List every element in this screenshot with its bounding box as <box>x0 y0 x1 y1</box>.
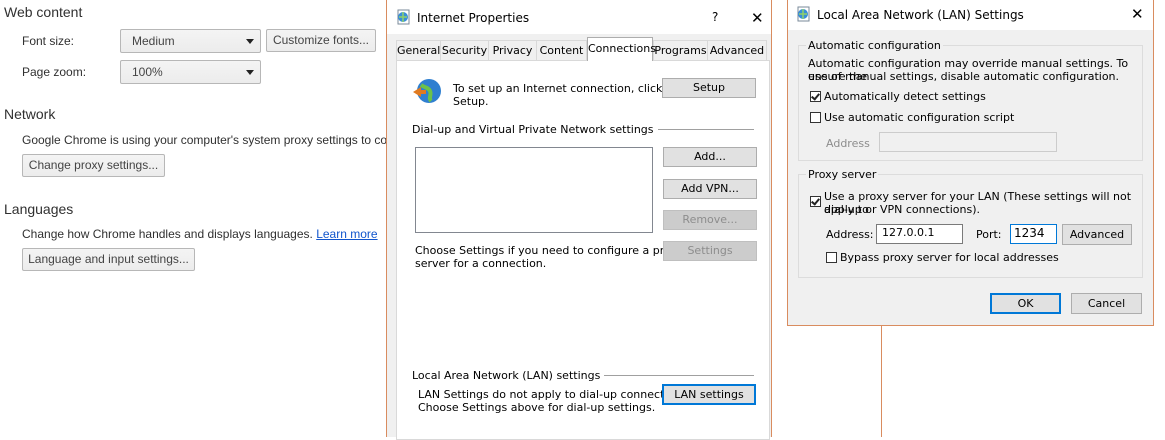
network-description: Google Chrome is using your computer's s… <box>22 133 388 147</box>
page-zoom-label: Page zoom: <box>22 65 87 79</box>
auto-detect-checkbox[interactable] <box>810 91 821 102</box>
lan-settings-dialog: Local Area Network (LAN) Settings ✕ Auto… <box>787 0 1154 326</box>
tab-advanced[interactable]: Advanced <box>707 40 767 61</box>
lan-settings-icon <box>796 6 812 22</box>
settings-button[interactable]: Settings <box>663 241 757 261</box>
lan-settings-button[interactable]: LAN settings <box>662 384 756 405</box>
tab-security[interactable]: Security <box>440 40 489 61</box>
font-size-label: Font size: <box>22 34 75 48</box>
page-zoom-value: 100% <box>132 65 163 79</box>
add-vpn-button[interactable]: Add VPN... <box>663 179 757 199</box>
use-script-checkbox[interactable] <box>810 112 821 123</box>
choose-settings-text-line1: Choose Settings if you need to configure… <box>415 244 684 257</box>
languages-heading: Languages <box>4 201 74 217</box>
learn-more-link[interactable]: Learn more <box>316 227 377 241</box>
setup-text-line1: To set up an Internet connection, click <box>453 82 663 95</box>
language-input-settings-button[interactable]: Language and input settings... <box>22 248 195 271</box>
internet-properties-icon <box>396 9 412 25</box>
dialup-group-label: Dial-up and Virtual Private Network sett… <box>412 123 658 136</box>
dialog-title: Internet Properties <box>417 11 530 25</box>
bypass-local-checkbox[interactable] <box>826 252 837 263</box>
window-edge-line <box>881 325 882 437</box>
advanced-button[interactable]: Advanced <box>1062 224 1132 245</box>
connections-listbox[interactable] <box>415 147 653 233</box>
chevron-down-icon <box>246 70 254 75</box>
lan-text-line1: LAN Settings do not apply to dial-up con… <box>418 388 691 401</box>
chevron-down-icon <box>246 39 254 44</box>
auto-detect-label[interactable]: Automatically detect settings <box>824 90 986 103</box>
auto-config-group-label: Automatic configuration <box>806 39 943 52</box>
lan-dialog-title: Local Area Network (LAN) Settings <box>817 8 1024 22</box>
script-address-input[interactable] <box>879 132 1057 152</box>
help-button[interactable]: ? <box>712 10 718 24</box>
choose-settings-text-line2: server for a connection. <box>415 257 547 270</box>
script-address-label: Address <box>826 137 870 150</box>
use-script-label[interactable]: Use automatic configuration script <box>824 111 1014 124</box>
change-proxy-settings-button[interactable]: Change proxy settings... <box>22 154 165 177</box>
tab-connections[interactable]: Connections <box>587 37 656 61</box>
tab-programs[interactable]: Programs <box>653 40 708 61</box>
proxy-address-input[interactable]: 127.0.0.1 <box>876 224 963 244</box>
languages-description-row: Change how Chrome handles and displays l… <box>22 227 378 241</box>
web-content-heading: Web content <box>4 4 83 20</box>
network-heading: Network <box>4 106 56 122</box>
cancel-button[interactable]: Cancel <box>1071 293 1142 314</box>
internet-properties-dialog: Internet Properties ? ✕ General Security… <box>386 0 772 440</box>
tab-privacy[interactable]: Privacy <box>488 40 537 61</box>
connections-page: To set up an Internet connection, click … <box>396 60 770 440</box>
tab-content[interactable]: Content <box>536 40 587 61</box>
proxy-address-label: Address: <box>826 228 874 241</box>
font-size-select[interactable]: Medium <box>120 29 261 53</box>
lan-group-label: Local Area Network (LAN) settings <box>412 369 605 382</box>
languages-description: Change how Chrome handles and displays l… <box>22 227 313 241</box>
setup-text-line2: Setup. <box>453 95 489 108</box>
close-icon[interactable]: ✕ <box>1131 5 1144 23</box>
tab-general[interactable]: General <box>396 40 441 61</box>
add-button[interactable]: Add... <box>663 147 757 167</box>
page-zoom-select[interactable]: 100% <box>120 60 261 84</box>
auto-config-text-line2: use of manual settings, disable automati… <box>808 70 1120 83</box>
ok-button[interactable]: OK <box>990 293 1061 314</box>
proxy-server-group-label: Proxy server <box>806 168 879 181</box>
globe-setup-icon <box>411 76 443 108</box>
proxy-port-label: Port: <box>976 228 1002 241</box>
bypass-local-label[interactable]: Bypass proxy server for local addresses <box>840 251 1059 264</box>
proxy-port-input[interactable]: 1234 <box>1010 224 1057 244</box>
chrome-settings-panel: Web content Font size: Medium Customize … <box>0 0 388 437</box>
font-size-value: Medium <box>132 34 175 48</box>
setup-button[interactable]: Setup <box>662 78 756 98</box>
close-icon[interactable]: ✕ <box>751 9 764 27</box>
lan-text-line2: Choose Settings above for dial-up settin… <box>418 401 656 414</box>
use-proxy-checkbox[interactable] <box>810 196 821 207</box>
customize-fonts-button[interactable]: Customize fonts... <box>266 29 376 52</box>
remove-button[interactable]: Remove... <box>663 210 757 230</box>
use-proxy-label-line2[interactable]: dial-up or VPN connections). <box>824 203 980 216</box>
